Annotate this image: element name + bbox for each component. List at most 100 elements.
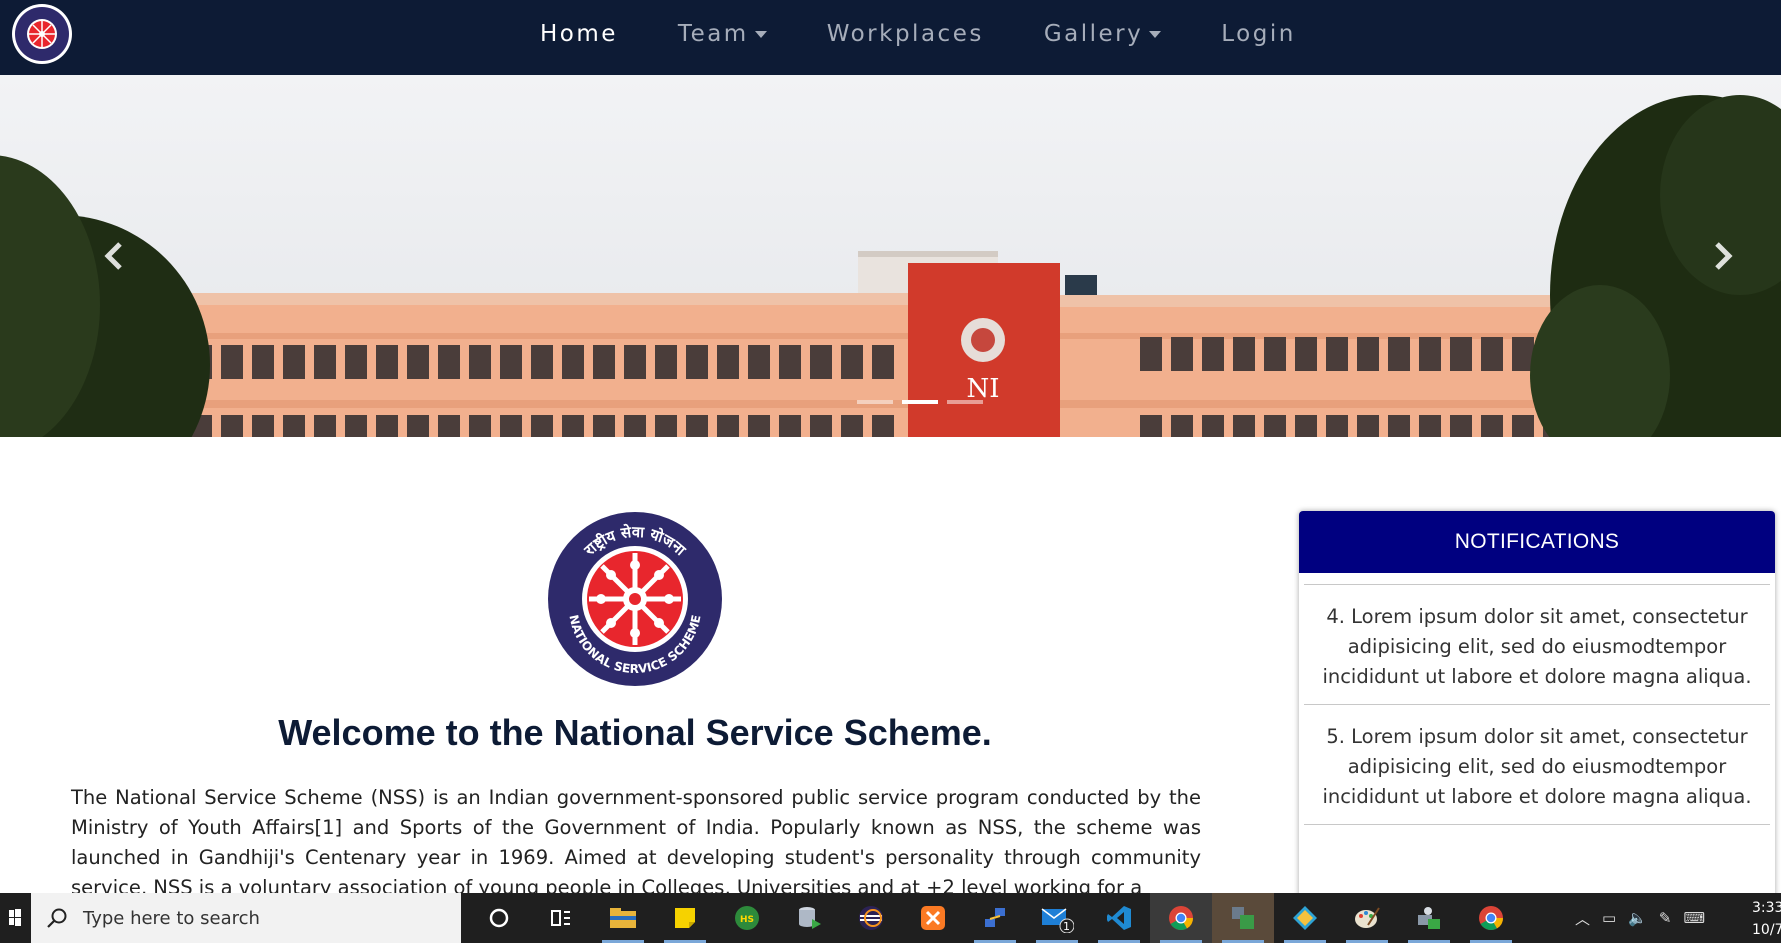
building-window <box>252 345 274 379</box>
network-manager-button[interactable] <box>1398 893 1460 943</box>
building-window <box>1326 415 1348 437</box>
task-view-button[interactable] <box>530 893 592 943</box>
building-window <box>407 415 429 437</box>
carousel-indicators <box>857 400 992 404</box>
vscode-button[interactable] <box>1088 893 1150 943</box>
building-window <box>624 345 646 379</box>
caret-down-icon <box>1149 31 1162 38</box>
building-window <box>1295 337 1317 371</box>
paint-button[interactable] <box>1336 893 1398 943</box>
mail-button[interactable]: 1 <box>1026 893 1088 943</box>
building-window <box>1388 337 1410 371</box>
carousel-indicator-2[interactable] <box>902 400 938 404</box>
mail-badge: 1 <box>1063 920 1070 933</box>
chrome-button[interactable] <box>1150 893 1212 943</box>
git-icon <box>1293 906 1317 930</box>
carousel-next-button[interactable] <box>1703 226 1743 286</box>
building-window <box>779 345 801 379</box>
network-app-button[interactable] <box>964 893 1026 943</box>
chrome-icon <box>1169 906 1193 931</box>
cortana-button[interactable] <box>468 893 530 943</box>
network-icon <box>985 908 1005 927</box>
building-window <box>1171 415 1193 437</box>
carousel-indicator-1[interactable] <box>857 400 893 404</box>
nav-team-dropdown[interactable]: Team <box>678 21 767 47</box>
git-app-button[interactable] <box>1274 893 1336 943</box>
building-window <box>531 345 553 379</box>
eclipse-button[interactable] <box>840 893 902 943</box>
database-app-button[interactable] <box>778 893 840 943</box>
building-window <box>779 415 801 437</box>
building-window <box>872 415 894 437</box>
carousel-indicator-3[interactable] <box>947 400 983 404</box>
building-window <box>1512 415 1534 437</box>
building-window <box>1326 337 1348 371</box>
battery-icon[interactable]: ▭ <box>1602 909 1616 927</box>
nav-workplaces-label: Workplaces <box>826 20 984 47</box>
app-switch-button[interactable] <box>1212 893 1274 943</box>
building-window <box>872 345 894 379</box>
pen-icon[interactable]: ✎ <box>1659 909 1672 927</box>
nav-gallery-dropdown[interactable]: Gallery <box>1043 20 1162 47</box>
nav-team-label: Team <box>677 20 749 47</box>
search-icon <box>47 908 67 928</box>
building-window <box>221 345 243 379</box>
nss-emblem-icon[interactable] <box>10 2 74 66</box>
building-window <box>748 345 770 379</box>
nav-links: Home Team Workplaces Gallery Login <box>540 0 1356 67</box>
clock-date: 10/7, <box>1752 922 1781 938</box>
chevron-up-icon[interactable]: ︿ <box>1575 908 1590 929</box>
notifications-list[interactable]: 4. Lorem ipsum dolor sit amet, consectet… <box>1299 573 1775 825</box>
building-window <box>345 415 367 437</box>
building-window <box>841 345 863 379</box>
caret-down-icon <box>754 31 767 38</box>
chrome-button-2[interactable] <box>1460 893 1522 943</box>
building-window <box>1388 415 1410 437</box>
hs-app-button[interactable]: HS <box>716 893 778 943</box>
building-window <box>1357 415 1379 437</box>
building-window <box>810 415 832 437</box>
building-window <box>562 345 584 379</box>
building-window <box>1450 337 1472 371</box>
building-window <box>376 345 398 379</box>
sticky-notes-button[interactable] <box>654 893 716 943</box>
keyboard-icon[interactable]: ⌨ <box>1683 909 1705 927</box>
building-window <box>841 415 863 437</box>
start-button[interactable] <box>0 893 30 943</box>
windows-taskbar: Type here to search HS 1 ︿ ▭ 🔈 ✎ ⌨ 3:33 … <box>0 893 1781 943</box>
windows-logo-icon <box>9 909 21 926</box>
nav-gallery-label: Gallery <box>1043 20 1144 47</box>
building-window <box>1481 337 1503 371</box>
nav-workplaces-link[interactable]: Workplaces <box>827 21 984 47</box>
hs-app-icon: HS <box>735 906 759 930</box>
file-explorer-button[interactable] <box>592 893 654 943</box>
cortana-icon <box>489 908 509 928</box>
building-window <box>1419 415 1441 437</box>
building-window <box>1233 337 1255 371</box>
building-window <box>686 345 708 379</box>
nav-home-link[interactable]: Home <box>540 21 618 47</box>
carousel-prev-button[interactable] <box>94 226 134 286</box>
nav-login-link[interactable]: Login <box>1221 21 1296 47</box>
notification-item: 4. Lorem ipsum dolor sit amet, consectet… <box>1322 605 1752 688</box>
building-window <box>500 345 522 379</box>
xampp-button[interactable] <box>902 893 964 943</box>
app-switch-icon <box>1232 907 1254 929</box>
taskbar-clock[interactable]: 3:33 10/7, <box>1752 897 1781 941</box>
chrome-icon <box>1479 906 1503 931</box>
volume-icon[interactable]: 🔈 <box>1628 909 1647 927</box>
building-window <box>1481 415 1503 437</box>
taskbar-search-box[interactable]: Type here to search <box>31 893 461 943</box>
task-view-icon <box>551 910 570 926</box>
building-window <box>469 415 491 437</box>
building-window <box>469 345 491 379</box>
divider <box>1304 824 1770 825</box>
chevron-right-icon <box>1715 242 1733 270</box>
building-window <box>593 415 615 437</box>
clock-time: 3:33 <box>1752 900 1781 916</box>
building-window <box>1233 415 1255 437</box>
building-window <box>1295 415 1317 437</box>
system-tray: ︿ ▭ 🔈 ✎ ⌨ <box>1575 893 1717 943</box>
network-manager-icon <box>1418 907 1440 929</box>
building-window <box>655 415 677 437</box>
